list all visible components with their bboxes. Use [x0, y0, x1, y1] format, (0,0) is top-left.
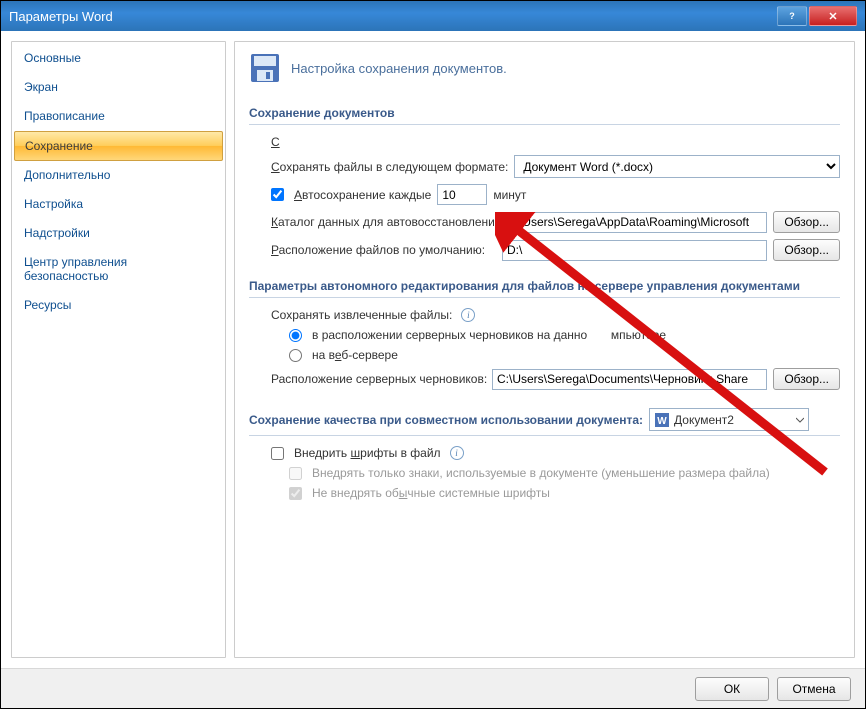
section-save-documents: Сохранение документов — [249, 102, 840, 125]
sidebar-item-display[interactable]: Экран — [14, 73, 223, 102]
close-button[interactable] — [809, 6, 857, 26]
sidebar-item-customize[interactable]: Настройка — [14, 190, 223, 219]
server-drafts-label: Расположение серверных черновиков: — [271, 372, 486, 386]
svg-text:?: ? — [789, 11, 795, 21]
help-button[interactable]: ? — [777, 6, 807, 26]
browse-default-location-button[interactable]: Обзор... — [773, 239, 840, 261]
ok-button[interactable]: ОК — [695, 677, 769, 701]
browse-server-drafts-button[interactable]: Обзор... — [773, 368, 840, 390]
drafts-local-radio[interactable] — [289, 329, 302, 342]
svg-text:W: W — [657, 416, 667, 427]
titlebar: Параметры Word ? — [1, 1, 865, 31]
cancel-button[interactable]: Отмена — [777, 677, 851, 701]
autosave-minutes-input[interactable] — [437, 184, 487, 205]
info-icon[interactable]: i — [450, 446, 464, 460]
window-title: Параметры Word — [9, 9, 775, 24]
drafts-web-radio[interactable] — [289, 349, 302, 362]
drafts-local-label: в расположении серверных черновиков на д… — [312, 328, 666, 342]
autosave-unit: минут — [493, 188, 526, 202]
keep-extracted-label: Сохранять извлеченные файлы: — [271, 308, 452, 322]
options-dialog: Параметры Word ? Основные Экран Правопис… — [0, 0, 866, 709]
save-format-label: Сохранять файлы в следующем формате: — [271, 160, 508, 174]
sidebar-item-trust-center[interactable]: Центр управления безопасностью — [14, 248, 223, 291]
drafts-web-label: на веб-сервере — [312, 348, 398, 362]
server-drafts-input[interactable] — [492, 369, 767, 390]
page-header: Настройка сохранения документов. — [291, 61, 507, 76]
save-format-select[interactable]: Документ Word (*.docx) — [514, 155, 840, 178]
word-doc-icon: W — [654, 412, 670, 428]
embed-only-used-label: Внедрять только знаки, используемые в до… — [312, 466, 770, 480]
default-location-input[interactable] — [502, 240, 767, 261]
autosave-checkbox[interactable] — [271, 188, 284, 201]
sidebar-item-save[interactable]: Сохранение — [14, 131, 223, 161]
sidebar-item-resources[interactable]: Ресурсы — [14, 291, 223, 320]
dialog-footer: ОК Отмена — [1, 668, 865, 708]
chevron-down-icon — [796, 416, 804, 424]
section-preserve-fidelity: Сохранение качества при совместном испол… — [249, 404, 840, 436]
autosave-label: Автосохранение каждые — [294, 188, 431, 202]
embed-fonts-checkbox[interactable] — [271, 447, 284, 460]
browse-autorecover-button[interactable]: Обзор... — [773, 211, 840, 233]
sidebar-item-advanced[interactable]: Дополнительно — [14, 161, 223, 190]
sidebar-item-addins[interactable]: Надстройки — [14, 219, 223, 248]
sidebar-item-proofing[interactable]: Правописание — [14, 102, 223, 131]
autorecover-path-input[interactable] — [502, 212, 767, 233]
embed-fonts-label: Внедрить шрифты в файл — [294, 446, 441, 460]
info-icon[interactable]: i — [461, 308, 475, 322]
embed-only-used-checkbox — [289, 467, 302, 480]
dont-embed-system-checkbox — [289, 487, 302, 500]
sidebar-item-general[interactable]: Основные — [14, 44, 223, 73]
default-location-label: Расположение файлов по умолчанию: — [271, 243, 496, 257]
document-select[interactable]: W Документ2 — [649, 408, 809, 431]
settings-pane: Настройка сохранения документов. Сохране… — [234, 41, 855, 658]
category-sidebar: Основные Экран Правописание Сохранение Д… — [11, 41, 226, 658]
save-format-label: С — [271, 135, 280, 149]
autorecover-path-label: Каталог данных для автовосстановления: — [271, 215, 496, 229]
save-disk-icon — [249, 52, 281, 84]
section-offline-editing: Параметры автономного редактирования для… — [249, 275, 840, 298]
dont-embed-system-label: Не внедрять обычные системные шрифты — [312, 486, 550, 500]
